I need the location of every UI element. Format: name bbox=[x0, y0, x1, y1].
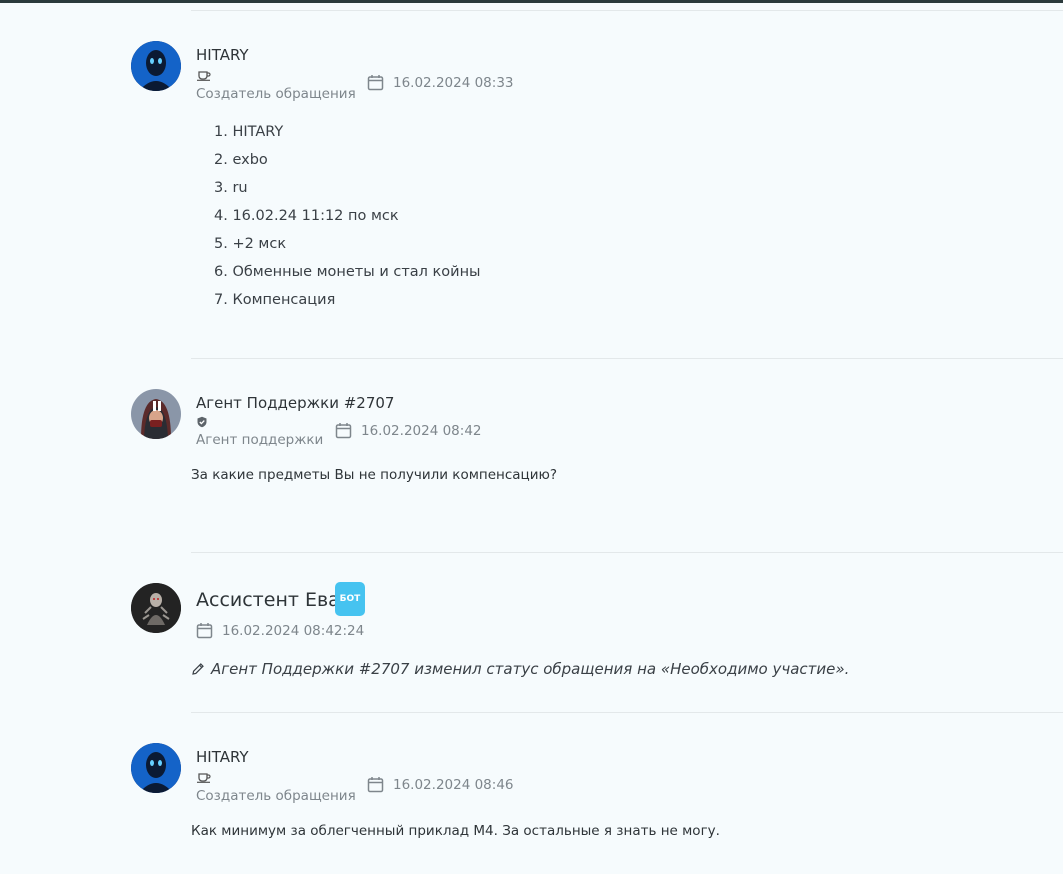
pencil-icon bbox=[192, 663, 204, 675]
top-bar bbox=[0, 0, 1063, 3]
message-divider bbox=[191, 358, 1063, 359]
message-date-text: 16.02.2024 08:42:24 bbox=[222, 622, 365, 639]
message-date: 16.02.2024 08:42 bbox=[335, 422, 482, 439]
list-item: 3. ru bbox=[214, 180, 248, 196]
cup-icon bbox=[196, 768, 212, 783]
author-role: Агент поддержки bbox=[196, 432, 324, 448]
shield-icon bbox=[196, 413, 212, 428]
calendar-icon bbox=[367, 75, 384, 91]
author-name[interactable]: Ассистент Ева bbox=[196, 589, 340, 611]
list-item: 7. Компенсация bbox=[214, 292, 336, 308]
status-change-text: Агент Поддержки #2707 изменил статус обр… bbox=[191, 660, 849, 678]
avatar[interactable] bbox=[131, 389, 181, 439]
author-role: Создатель обращения bbox=[196, 86, 356, 102]
message-divider bbox=[191, 10, 1063, 11]
calendar-icon bbox=[335, 423, 352, 439]
message-date: 16.02.2024 08:46 bbox=[367, 776, 514, 793]
avatar[interactable] bbox=[131, 583, 181, 633]
message-date: 16.02.2024 08:33 bbox=[367, 74, 514, 91]
list-item: 2. exbo bbox=[214, 152, 268, 168]
list-item: 4. 16.02.24 11:12 по мск bbox=[214, 208, 399, 224]
calendar-icon bbox=[367, 777, 384, 793]
list-item: 6. Обменные монеты и стал койны bbox=[214, 264, 481, 280]
author-role: Создатель обращения bbox=[196, 788, 356, 804]
message-text: Как минимум за облегченный приклад М4. З… bbox=[191, 823, 720, 839]
message-divider bbox=[191, 712, 1063, 713]
message-divider bbox=[191, 552, 1063, 553]
list-item: 5. +2 мск bbox=[214, 236, 287, 252]
avatar[interactable] bbox=[131, 41, 181, 91]
author-name[interactable]: HITARY bbox=[196, 46, 249, 64]
status-change-label: Агент Поддержки #2707 изменил статус обр… bbox=[211, 660, 850, 678]
author-name[interactable]: HITARY bbox=[196, 748, 249, 766]
message-date-text: 16.02.2024 08:46 bbox=[393, 776, 514, 793]
calendar-icon bbox=[196, 623, 213, 639]
avatar[interactable] bbox=[131, 743, 181, 793]
message-date: 16.02.2024 08:42:24 bbox=[196, 622, 364, 639]
message-date-text: 16.02.2024 08:33 bbox=[393, 74, 514, 91]
list-item: 1. HITARY bbox=[214, 124, 284, 140]
author-name[interactable]: Агент Поддержки #2707 bbox=[196, 394, 394, 412]
message-list: 1. HITARY 2. exbo 3. ru 4. 16.02.24 11:1… bbox=[214, 120, 481, 316]
message-text: За какие предметы Вы не получили компенс… bbox=[191, 467, 558, 483]
message-date-text: 16.02.2024 08:42 bbox=[361, 422, 482, 439]
bot-badge: БОТ bbox=[335, 582, 365, 616]
cup-icon bbox=[196, 66, 212, 81]
